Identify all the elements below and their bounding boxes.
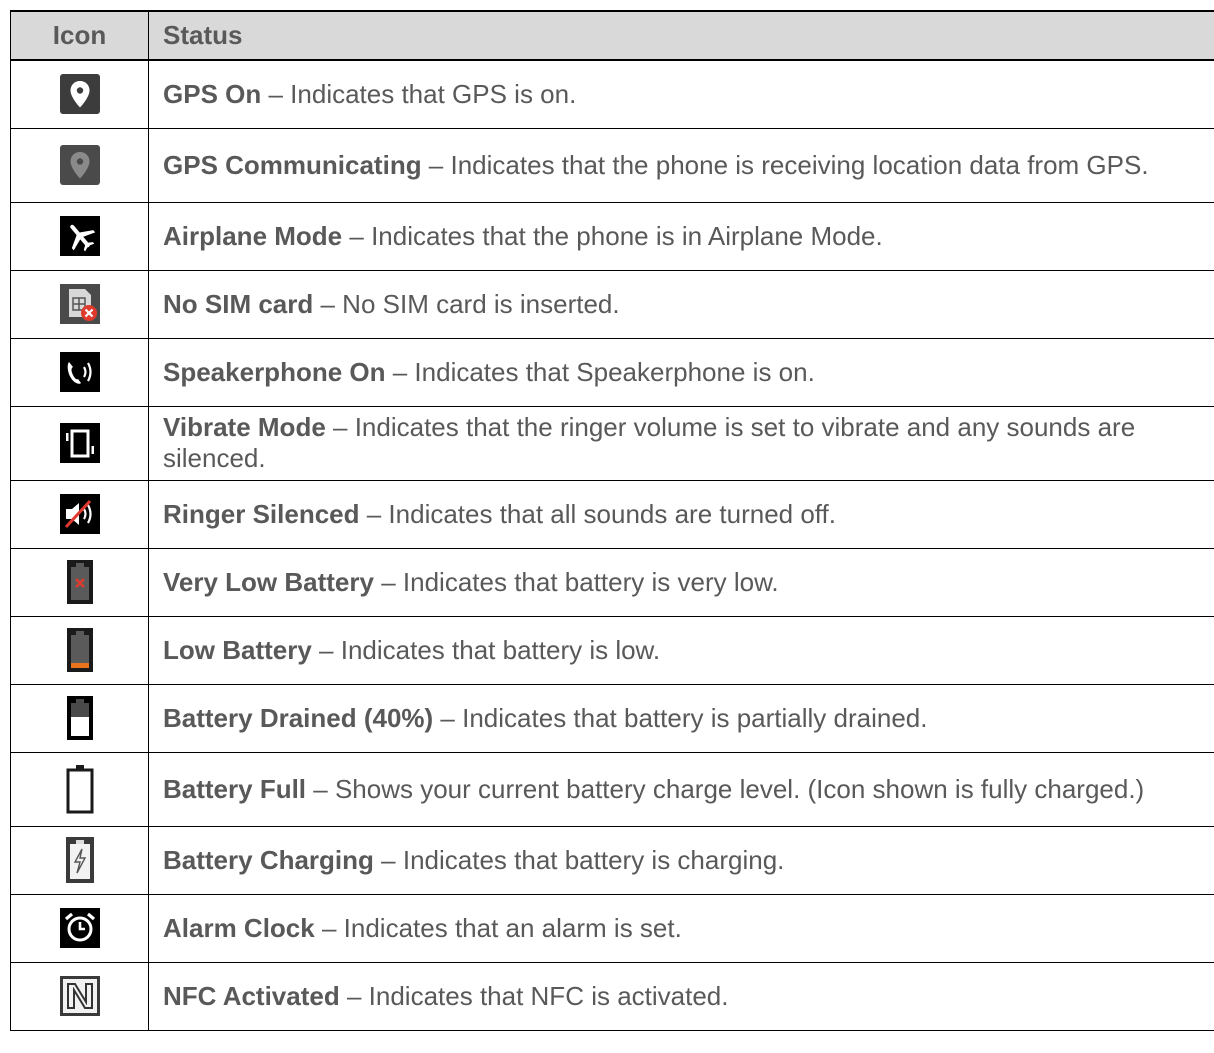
separator: – xyxy=(433,702,463,733)
status-description: Indicates that NFC is activated. xyxy=(368,980,729,1011)
table-row: Battery Full – Shows your current batter… xyxy=(10,751,1214,827)
very-low-battery-icon xyxy=(66,560,93,604)
status-text: Very Low Battery – Indicates that batter… xyxy=(148,547,1214,617)
status-text: NFC Activated – Indicates that NFC is ac… xyxy=(148,961,1214,1031)
status-text: GPS On – Indicates that GPS is on. xyxy=(148,59,1214,129)
status-title: Battery Full xyxy=(163,773,307,804)
status-title: Alarm Clock xyxy=(163,912,315,943)
battery-full-icon xyxy=(66,764,94,814)
status-description: No SIM card is inserted. xyxy=(342,288,620,319)
speakerphone-icon xyxy=(59,352,100,392)
status-description: Indicates that the phone is in Airplane … xyxy=(371,220,883,251)
no-sim-card-icon xyxy=(59,284,100,324)
separator: – xyxy=(342,220,372,251)
status-description: Shows your current battery charge level.… xyxy=(334,773,1145,804)
separator: – xyxy=(313,288,343,319)
status-description: Indicates that battery is low. xyxy=(340,634,661,665)
header-icon: Icon xyxy=(10,10,149,61)
table-row: GPS Communicating – Indicates that the p… xyxy=(10,127,1214,203)
status-description: Indicates that all sounds are turned off… xyxy=(388,498,837,529)
separator: – xyxy=(385,356,415,387)
status-icon-table: Icon Status GPS On – Indicates that GPS … xyxy=(10,10,1214,1031)
table-row: Battery Drained (40%) – Indicates that b… xyxy=(10,683,1214,753)
table-row: NFC Activated – Indicates that NFC is ac… xyxy=(10,961,1214,1031)
nfc-activated-icon xyxy=(59,976,100,1016)
status-title: NFC Activated xyxy=(163,980,340,1011)
airplane-mode-icon xyxy=(59,216,100,256)
battery-drained-icon xyxy=(66,696,93,740)
status-text: Speakerphone On – Indicates that Speaker… xyxy=(148,337,1214,407)
separator: – xyxy=(325,412,355,442)
separator: – xyxy=(359,498,389,529)
table-row: Low Battery – Indicates that battery is … xyxy=(10,615,1214,685)
status-title: Very Low Battery xyxy=(163,566,374,597)
status-title: Vibrate Mode xyxy=(163,412,326,442)
header-status: Status xyxy=(148,10,1214,61)
status-text: Battery Full – Shows your current batter… xyxy=(148,751,1214,827)
status-text: Vibrate Mode – Indicates that the ringer… xyxy=(148,405,1214,481)
vibrate-mode-icon xyxy=(59,423,100,463)
gps-on-icon xyxy=(59,74,100,115)
status-text: Alarm Clock – Indicates that an alarm is… xyxy=(148,893,1214,963)
low-battery-icon xyxy=(66,628,93,672)
status-text: Battery Drained (40%) – Indicates that b… xyxy=(148,683,1214,753)
table-row: Airplane Mode – Indicates that the phone… xyxy=(10,201,1214,271)
status-title: Battery Charging xyxy=(163,844,374,875)
status-description: Indicates that battery is charging. xyxy=(402,844,785,875)
status-title: No SIM card xyxy=(163,288,314,319)
table-row: Alarm Clock – Indicates that an alarm is… xyxy=(10,893,1214,963)
status-title: Low Battery xyxy=(163,634,312,665)
status-title: GPS Communicating xyxy=(163,149,422,180)
status-text: GPS Communicating – Indicates that the p… xyxy=(148,127,1214,203)
status-description: Indicates that the phone is receiving lo… xyxy=(450,149,1149,180)
status-title: Ringer Silenced xyxy=(163,498,360,529)
separator: – xyxy=(421,149,451,180)
status-title: Battery Drained (40%) xyxy=(163,702,434,733)
status-description: Indicates that Speakerphone is on. xyxy=(414,356,815,387)
battery-charging-icon xyxy=(65,837,94,883)
separator: – xyxy=(311,634,341,665)
status-description: Indicates that GPS is on. xyxy=(290,78,577,109)
table-row: Very Low Battery – Indicates that batter… xyxy=(10,547,1214,617)
separator: – xyxy=(373,844,403,875)
table-row: No SIM card – No SIM card is inserted. xyxy=(10,269,1214,339)
separator: – xyxy=(314,912,344,943)
status-text: No SIM card – No SIM card is inserted. xyxy=(148,269,1214,339)
ringer-silenced-icon xyxy=(59,494,100,534)
separator: – xyxy=(373,566,403,597)
table-row: Vibrate Mode – Indicates that the ringer… xyxy=(10,405,1214,481)
separator: – xyxy=(261,78,291,109)
table-row: GPS On – Indicates that GPS is on. xyxy=(10,59,1214,129)
header-row: Icon Status xyxy=(10,10,1214,61)
status-text: Battery Charging – Indicates that batter… xyxy=(148,825,1214,895)
gps-communicating-icon xyxy=(59,145,100,185)
table-row: Battery Charging – Indicates that batter… xyxy=(10,825,1214,895)
status-description: Indicates that battery is very low. xyxy=(402,566,779,597)
status-description: Indicates that an alarm is set. xyxy=(343,912,682,943)
status-text: Ringer Silenced – Indicates that all sou… xyxy=(148,479,1214,549)
table-row: Speakerphone On – Indicates that Speaker… xyxy=(10,337,1214,407)
status-title: GPS On xyxy=(163,78,262,109)
status-description: Indicates that battery is partially drai… xyxy=(462,702,928,733)
status-title: Airplane Mode xyxy=(163,220,343,251)
status-title: Speakerphone On xyxy=(163,356,386,387)
separator: – xyxy=(339,980,369,1011)
table-row: Ringer Silenced – Indicates that all sou… xyxy=(10,479,1214,549)
separator: – xyxy=(306,773,335,804)
alarm-clock-icon xyxy=(59,908,100,948)
status-text: Airplane Mode – Indicates that the phone… xyxy=(148,201,1214,271)
status-text: Low Battery – Indicates that battery is … xyxy=(148,615,1214,685)
